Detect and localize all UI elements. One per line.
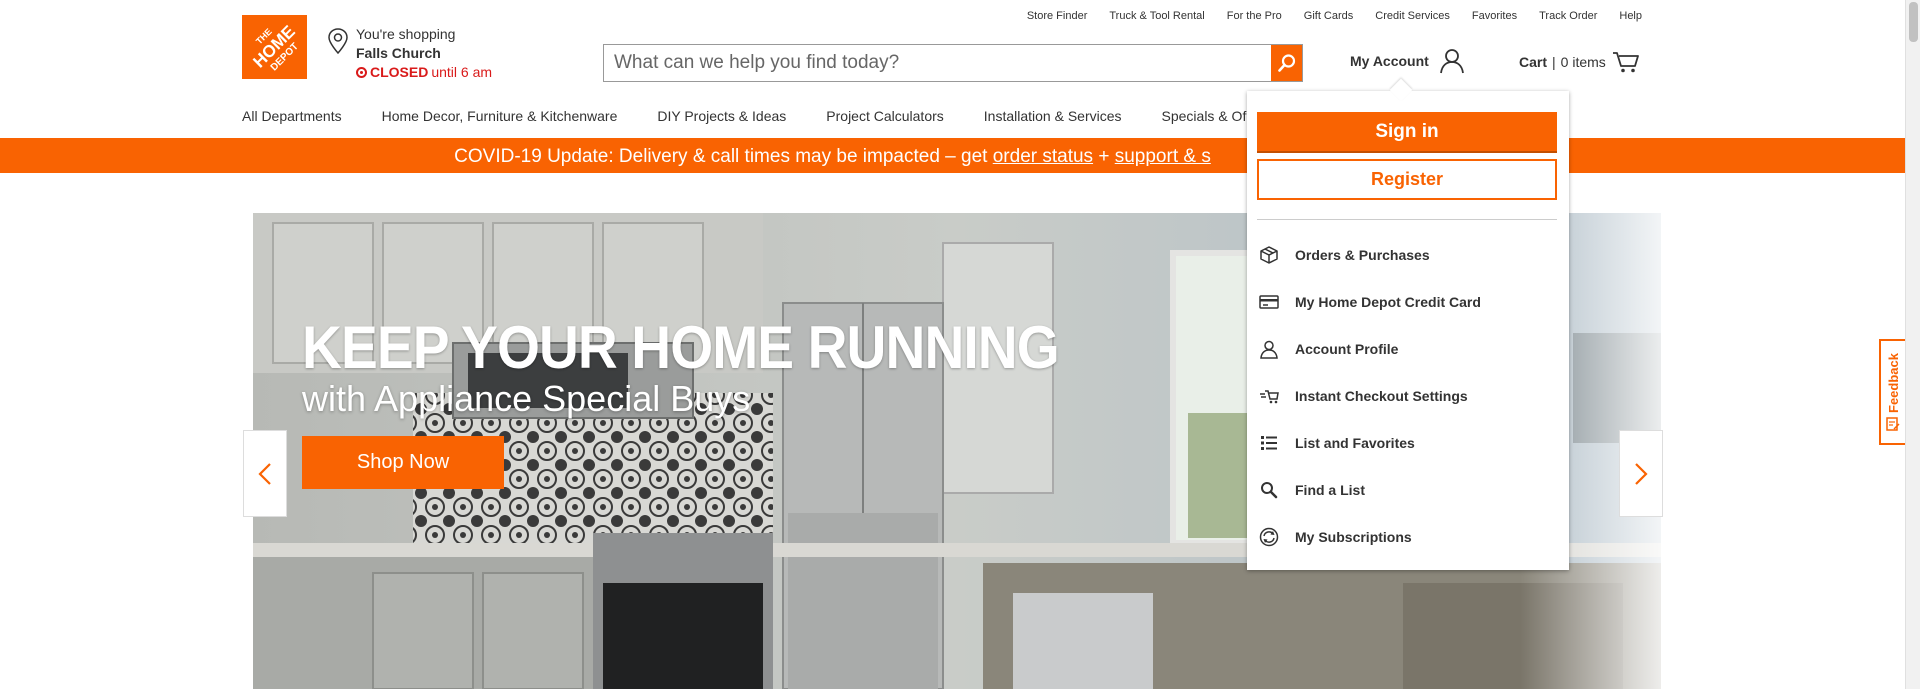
- menu-item-credit-card[interactable]: My Home Depot Credit Card: [1259, 290, 1481, 314]
- menu-item-label: Instant Checkout Settings: [1295, 388, 1468, 404]
- menu-item-label: My Subscriptions: [1295, 529, 1412, 545]
- carousel-next-button[interactable]: [1619, 430, 1663, 517]
- chevron-left-icon: [258, 462, 271, 485]
- menu-item-label: Orders & Purchases: [1295, 247, 1430, 263]
- search-button[interactable]: [1271, 45, 1302, 81]
- menu-divider: [1257, 219, 1557, 220]
- user-icon: [1259, 339, 1279, 359]
- scrollbar-thumb[interactable]: [1909, 2, 1918, 42]
- nav-installation-services[interactable]: Installation & Services: [984, 108, 1122, 124]
- store-status-detail: until 6 am: [431, 64, 493, 80]
- list-icon: [1259, 433, 1279, 453]
- subscription-icon: [1259, 527, 1279, 547]
- menu-item-list-favorites[interactable]: List and Favorites: [1259, 431, 1415, 455]
- store-status: CLOSED until 6 am: [356, 63, 492, 82]
- main-nav: All Departments Home Decor, Furniture & …: [242, 108, 1246, 124]
- truck-tool-rental-link[interactable]: Truck & Tool Rental: [1109, 10, 1204, 22]
- menu-item-find-list[interactable]: Find a List: [1259, 478, 1365, 502]
- nav-diy-projects[interactable]: DIY Projects & Ideas: [657, 108, 786, 124]
- for-the-pro-link[interactable]: For the Pro: [1227, 10, 1282, 22]
- hero-headline: KEEP YOUR HOME RUNNING: [302, 314, 1060, 381]
- sign-in-button[interactable]: Sign in: [1257, 112, 1557, 153]
- banner-text: COVID-19 Update: Delivery & call times m…: [454, 145, 993, 167]
- feedback-tab[interactable]: Feedback: [1879, 339, 1905, 445]
- menu-item-subscriptions[interactable]: My Subscriptions: [1259, 525, 1412, 549]
- user-icon: [1439, 49, 1464, 74]
- cart-button[interactable]: Cart | 0 items: [1519, 50, 1640, 74]
- closed-status-icon: [356, 67, 367, 78]
- menu-item-label: My Home Depot Credit Card: [1295, 294, 1481, 310]
- my-account-label: My Account: [1350, 53, 1429, 69]
- menu-item-instant-checkout[interactable]: Instant Checkout Settings: [1259, 384, 1468, 408]
- menu-item-account-profile[interactable]: Account Profile: [1259, 337, 1398, 361]
- gift-cards-link[interactable]: Gift Cards: [1304, 10, 1354, 22]
- magnifier-icon: [1259, 480, 1279, 500]
- chevron-right-icon: [1635, 462, 1648, 485]
- order-status-link[interactable]: order status: [993, 146, 1093, 168]
- nav-home-decor[interactable]: Home Decor, Furniture & Kitchenware: [382, 108, 618, 124]
- help-link[interactable]: Help: [1619, 10, 1642, 22]
- store-finder-link[interactable]: Store Finder: [1027, 10, 1088, 22]
- feedback-label: Feedback: [1885, 353, 1901, 413]
- menu-item-orders[interactable]: Orders & Purchases: [1259, 243, 1430, 267]
- track-order-link[interactable]: Track Order: [1539, 10, 1597, 22]
- banner-plus: +: [1093, 145, 1115, 167]
- nav-all-departments[interactable]: All Departments: [242, 108, 342, 124]
- store-prefix: You're shopping: [356, 26, 456, 42]
- nav-project-calculators[interactable]: Project Calculators: [826, 108, 944, 124]
- location-pin-icon: [328, 28, 348, 55]
- shop-now-button[interactable]: Shop Now: [302, 436, 504, 489]
- nav-specials-offers[interactable]: Specials & Of: [1162, 108, 1247, 124]
- carousel-prev-button[interactable]: [243, 430, 287, 517]
- favorites-link[interactable]: Favorites: [1472, 10, 1517, 22]
- account-dropdown: Sign in Register Orders & Purchases My H…: [1247, 91, 1569, 570]
- menu-item-label: Account Profile: [1295, 341, 1399, 357]
- covid-banner: COVID-19 Update: Delivery & call times m…: [0, 140, 1905, 173]
- hero-subheadline: with Appliance Special Buys: [302, 378, 751, 419]
- my-account-button[interactable]: My Account: [1350, 48, 1465, 74]
- cart-separator: |: [1552, 54, 1556, 70]
- store-name[interactable]: Falls Church: [356, 44, 492, 63]
- register-button[interactable]: Register: [1257, 159, 1557, 200]
- box-icon: [1259, 245, 1279, 265]
- utility-nav: Store Finder Truck & Tool Rental For the…: [1027, 10, 1642, 22]
- credit-card-icon: [1259, 292, 1279, 312]
- store-info[interactable]: You're shopping Falls Church CLOSED unti…: [326, 25, 492, 82]
- search-bar: [603, 44, 1303, 82]
- search-icon: [1277, 54, 1295, 72]
- cart-label: Cart: [1519, 54, 1548, 70]
- home-depot-logo[interactable]: THE HOME DEPOT: [242, 15, 307, 79]
- support-link[interactable]: support & s: [1115, 146, 1211, 168]
- cart-icon: [1612, 52, 1639, 73]
- store-status-label: CLOSED: [370, 64, 429, 80]
- page-scrollbar[interactable]: [1905, 0, 1920, 689]
- menu-item-label: List and Favorites: [1295, 435, 1415, 451]
- search-input[interactable]: [604, 45, 1271, 81]
- credit-services-link[interactable]: Credit Services: [1375, 10, 1450, 22]
- cart-count: 0 items: [1560, 54, 1606, 70]
- feedback-icon: [1886, 417, 1900, 431]
- fast-cart-icon: [1259, 386, 1279, 406]
- menu-item-label: Find a List: [1295, 482, 1365, 498]
